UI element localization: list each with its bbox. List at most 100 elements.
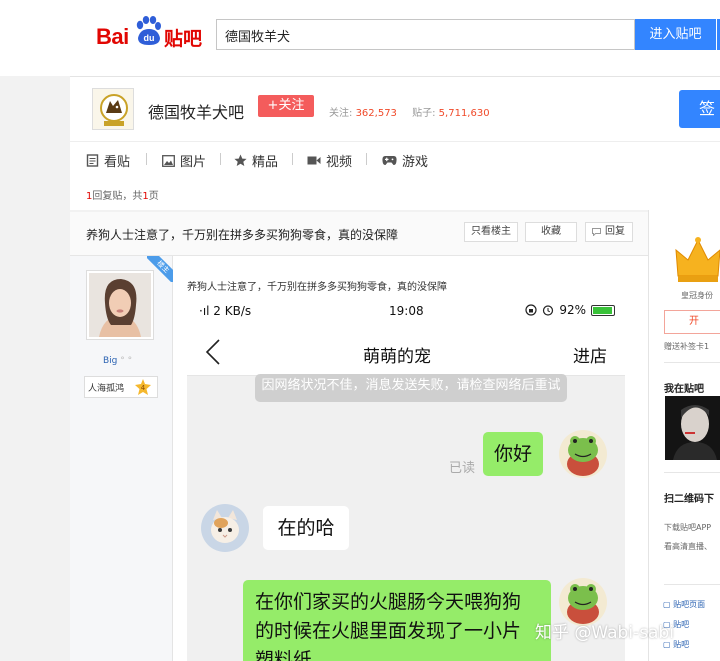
nav-divider (220, 153, 221, 165)
cat-avatar (201, 504, 249, 552)
nav-divider (146, 153, 147, 165)
right-sidebar: 皇冠身份 开 赠送补签卡1 我在贴吧 扫二维码下 下载贴吧APP 看高清直播、 … (648, 210, 720, 661)
divider (664, 584, 720, 585)
user-photo-image (665, 396, 720, 460)
badge-label: 人海孤鸿 (88, 384, 125, 394)
followers-count: 362,573 (355, 108, 397, 119)
search-input[interactable]: 德国牧羊犬 (216, 19, 635, 50)
follow-button[interactable]: +关注 (258, 95, 314, 117)
status-time: 19:08 (389, 304, 424, 318)
lock-icon (525, 304, 537, 316)
network-speed: ·ıl 2 KB/s (199, 304, 252, 318)
tab-label: 视频 (326, 155, 353, 170)
reply-count-label: 回复贴，共 (92, 191, 143, 202)
followers-label: 关注: (329, 108, 353, 119)
posts-label: 贴子: (412, 108, 436, 119)
enter-tieba-button[interactable]: 进入贴吧 (635, 19, 716, 50)
baidu-tieba-logo[interactable]: Bai du 贴吧 (96, 16, 206, 52)
logo-tieba-text: 贴吧 (164, 28, 203, 50)
divider (664, 362, 720, 363)
forum-level-badge[interactable]: 人海孤鸿 4 (84, 376, 158, 398)
author-column: 楼主 Big ° ° 人海孤鸿 4 (70, 256, 173, 661)
reply-label: 回复 (605, 226, 625, 237)
crown-icon (675, 237, 720, 282)
read-status: 已读 (449, 461, 476, 476)
level-number: 4 (141, 384, 146, 392)
phone-status-bar: ·ıl 2 KB/s 19:08 92% (187, 294, 625, 326)
document-icon (86, 154, 99, 167)
tab-images[interactable]: 图片 (162, 151, 206, 170)
chat-screenshot[interactable]: ·ıl 2 KB/s 19:08 92% 萌萌的宠 进店 因网络状况不佳，消息发… (187, 294, 625, 661)
tab-featured[interactable]: 精品 (234, 151, 278, 170)
collect-button[interactable]: 收藏 (525, 222, 577, 242)
sidebar-link-label: 贴吧 (673, 640, 690, 649)
tab-videos[interactable]: 视频 (307, 151, 352, 170)
dog-badge-icon (100, 94, 128, 126)
star-icon (234, 154, 247, 166)
thread-title: 养狗人士注意了，千万别在拼多多买狗狗零食，真的没保障 (86, 228, 399, 242)
forum-avatar[interactable] (92, 88, 134, 130)
message-complaint: 在你们家买的火腿肠今天喂狗狗的时候在火腿里面发现了一小片塑料纸 (243, 580, 551, 661)
tab-label: 看贴 (104, 155, 131, 170)
tab-label: 图片 (180, 155, 207, 170)
user-photo[interactable] (665, 396, 720, 460)
forum-name[interactable]: 德国牧羊犬吧 (148, 99, 244, 123)
avatar[interactable] (86, 270, 154, 340)
author-photo (89, 273, 151, 337)
nav-divider (292, 153, 293, 165)
divider (664, 472, 720, 473)
message-hello: 你好 (483, 432, 543, 476)
frog-avatar (559, 430, 607, 478)
zhihu-watermark: 知乎 @Wabi-sabi (535, 623, 674, 643)
nav-divider (366, 153, 367, 165)
sign-in-button[interactable]: 签 (679, 90, 720, 128)
sidebar-link-1[interactable]: ▢ 贴吧页面 (663, 599, 705, 610)
level-badge-icon: 4 (135, 379, 151, 395)
sidebar-link-label: 贴吧 (673, 620, 690, 629)
video-icon (307, 156, 321, 165)
reply-button[interactable]: 回复 (585, 222, 633, 242)
top-header: Bai du 贴吧 德国牧羊犬 进入贴吧 (0, 0, 720, 76)
network-error-notice: 因网络状况不佳，消息发送失败，请检查网络后重试 (255, 374, 567, 402)
doc-icon: ▢ (663, 600, 674, 609)
sidebar-link-label: 贴吧页面 (673, 600, 706, 609)
download-text-1: 下载贴吧APP (664, 523, 712, 532)
forum-nav: 看贴 图片 精品 视频 游戏 (70, 141, 720, 175)
tab-label: 精品 (252, 155, 279, 170)
download-text-2: 看高清直播、 (664, 542, 712, 551)
sign-card-text: 赠送补签卡1 (664, 342, 710, 351)
page-count-label: 页 (148, 191, 159, 202)
forum-stats: 关注: 362,573 贴子: 5,711,630 (329, 104, 502, 119)
only-op-button[interactable]: 只看楼主 (464, 222, 518, 242)
open-crown-button[interactable]: 开 (664, 310, 720, 334)
frog-avatar-icon (559, 430, 607, 478)
paw-logo-icon: du (136, 16, 161, 45)
post-content: 养狗人士注意了，千万别在拼多多买狗狗零食，真的没保障 ·ıl 2 KB/s 19… (173, 256, 648, 661)
gamepad-icon (382, 156, 397, 166)
tab-label: 游戏 (402, 155, 429, 170)
cat-avatar-icon (201, 504, 249, 552)
qr-download-title: 扫二维码下 (664, 494, 714, 505)
enter-shop-button[interactable]: 进店 (573, 342, 607, 367)
battery-icon (591, 304, 615, 316)
message-reply: 在的哈 (263, 506, 349, 550)
reply-page-count: 1回复贴，共1页 (86, 187, 159, 202)
my-forum-title: 我在贴吧 (664, 384, 704, 395)
logo-du-text: du (144, 33, 155, 43)
post-text: 养狗人士注意了，千万别在拼多多买狗狗零食，真的没保障 (187, 282, 447, 293)
back-arrow-icon[interactable] (205, 338, 221, 366)
author-name-text: Big (103, 356, 118, 366)
tab-games[interactable]: 游戏 (382, 151, 428, 170)
crown-label: 皇冠身份 (681, 291, 713, 300)
chat-name: 萌萌的宠 (363, 347, 431, 367)
logo-bai-text: Bai (96, 24, 129, 49)
forum-header-panel: 德国牧羊犬吧 +关注 关注: 362,573 贴子: 5,711,630 签 看… (70, 76, 720, 210)
author-name-dots: ° ° (120, 356, 133, 366)
battery-percent: 92% (559, 303, 586, 317)
tab-view-posts[interactable]: 看贴 (86, 151, 130, 170)
image-icon (162, 154, 175, 167)
thread-title-bar: 养狗人士注意了，千万别在拼多多买狗狗零食，真的没保障 只看楼主 收藏 回复 (70, 212, 648, 256)
posts-count: 5,711,630 (438, 108, 490, 119)
author-name[interactable]: Big ° ° (103, 356, 132, 366)
status-right: 92% (525, 303, 615, 317)
